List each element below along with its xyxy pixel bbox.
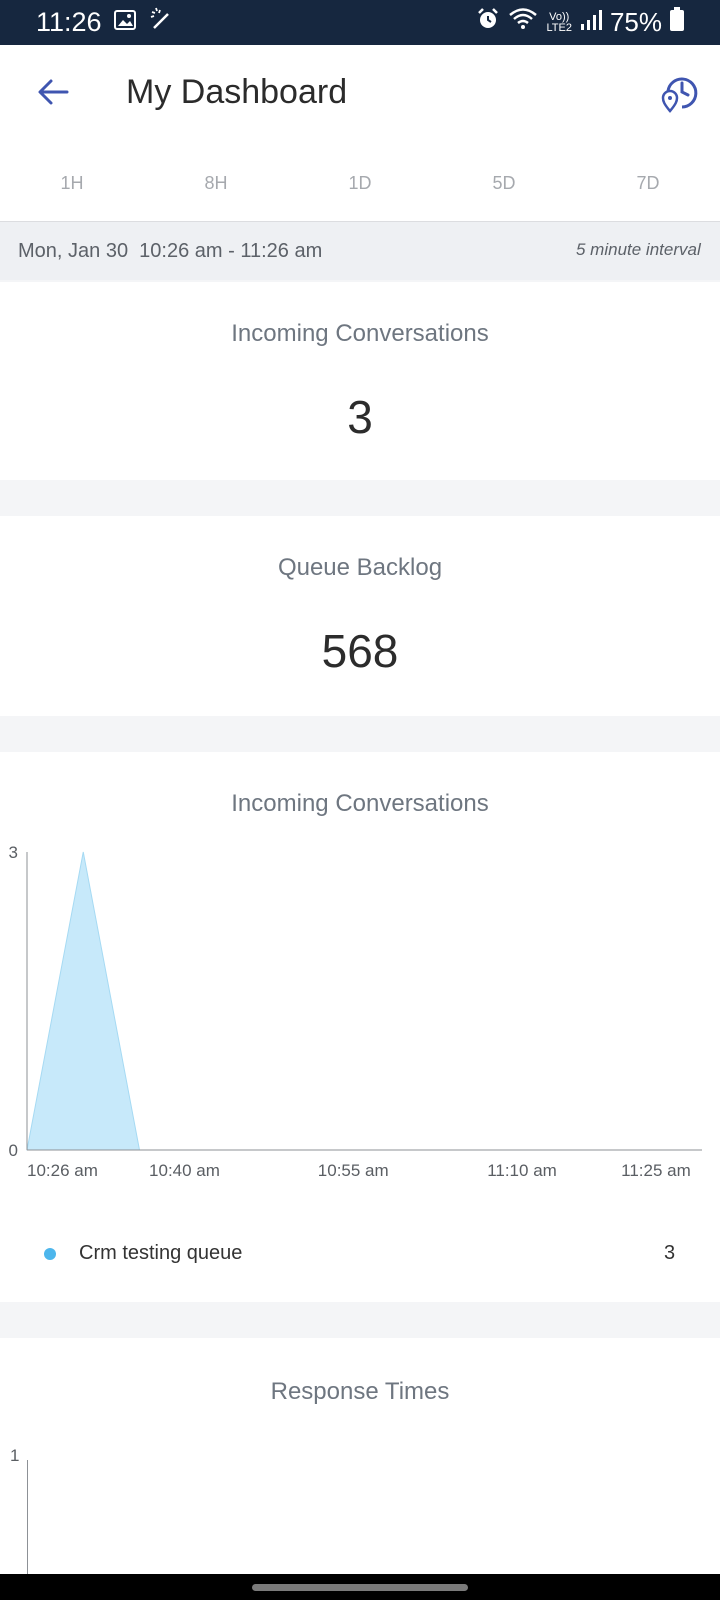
gallery-icon [113, 7, 136, 38]
signal-icon [580, 7, 602, 38]
tab-5d[interactable]: 5D [478, 157, 530, 209]
legend-dot [44, 1248, 56, 1260]
home-handle[interactable] [252, 1584, 468, 1591]
magic-wand-icon [148, 6, 174, 39]
tab-1h[interactable]: 1H [46, 157, 98, 209]
area-chart: 3 0 10:26 am 10:40 am 10:55 am 11:10 am 11:25 … [9, 843, 702, 1180]
tab-1d[interactable]: 1D [334, 157, 386, 209]
wifi-icon [508, 7, 538, 38]
card-value: 3 [347, 391, 373, 443]
y-tick-label: 0 [9, 1141, 18, 1160]
app-bar: My Dashboard [0, 45, 720, 141]
x-tick-label: 11:25 am [621, 1161, 691, 1180]
page-title: My Dashboard [126, 73, 348, 111]
chart-title: Incoming Conversations [231, 790, 489, 817]
system-navigation-bar [0, 1574, 720, 1600]
x-tick-label: 11:10 am [487, 1161, 557, 1180]
y-tick-label: 3 [9, 843, 18, 862]
back-button[interactable] [28, 67, 78, 117]
time-range-tabs: 1H 8H 1D 5D 7D [0, 141, 720, 222]
date-range-text: Mon, Jan 30 10:26 am - 11:26 am [18, 240, 323, 262]
card-title: Response Times [270, 1378, 450, 1405]
card-title: Incoming Conversations [231, 320, 489, 347]
clock-location-icon [661, 77, 698, 113]
volte-icon: Vo)) LTE2 [546, 10, 572, 34]
tab-7d[interactable]: 7D [622, 157, 674, 209]
legend-series-name: Crm testing queue [79, 1242, 243, 1264]
incoming-conversations-chart-card[interactable]: Incoming Conversations 3 0 10:26 am 10:40 a… [0, 752, 720, 1302]
arrow-left-icon [38, 79, 69, 105]
x-tick-label: 10:40 am [149, 1161, 220, 1180]
incoming-conversations-card[interactable]: Incoming Conversations 3 [0, 282, 720, 480]
date-range-bar: Mon, Jan 30 10:26 am - 11:26 am 5 minute… [0, 222, 720, 280]
history-button[interactable] [654, 67, 706, 119]
response-times-card[interactable]: Response Times 1 [0, 1338, 720, 1574]
card-value: 568 [321, 625, 399, 677]
y-axis-line [27, 1460, 28, 1574]
legend-series-total: 3 [664, 1242, 676, 1264]
x-tick-label: 10:26 am [27, 1161, 98, 1180]
battery-icon [670, 7, 684, 38]
y-axis-max-label: 1 [10, 1446, 20, 1465]
x-tick-label: 10:55 am [318, 1161, 389, 1180]
tab-8h[interactable]: 8H [190, 157, 242, 209]
alarm-icon [476, 7, 500, 38]
interval-text: 5 minute interval [576, 240, 701, 259]
clock: 11:26 [36, 7, 102, 37]
status-bar: 11:26 Vo)) LTE2 75% [0, 0, 720, 45]
card-title: Queue Backlog [277, 554, 443, 581]
area-series-0 [26, 851, 702, 1151]
battery-percent: 75% [609, 7, 662, 37]
queue-backlog-card[interactable]: Queue Backlog 568 [0, 516, 720, 716]
